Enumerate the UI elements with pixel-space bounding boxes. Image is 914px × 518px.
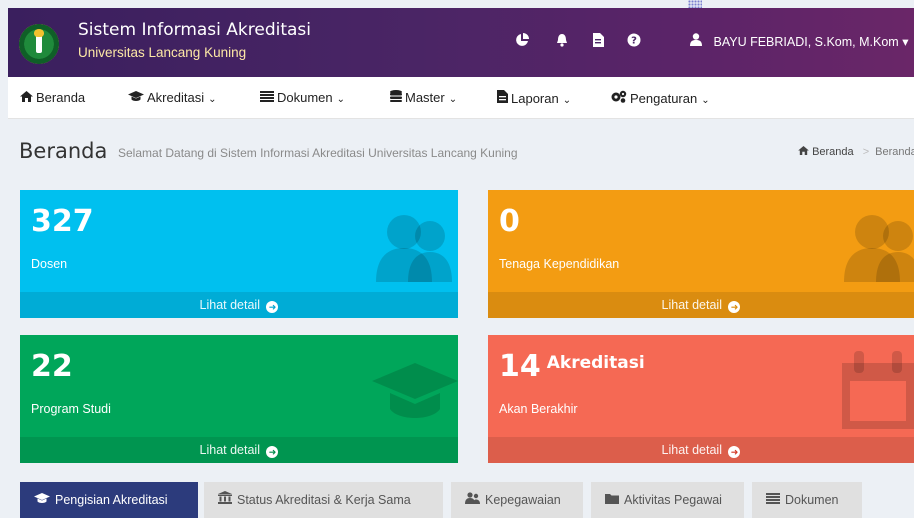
stat-number: 22 (31, 349, 73, 384)
arrow-circle-right-icon: ➜ (266, 446, 279, 458)
content-header: Beranda Selamat Datang di Sistem Informa… (8, 119, 914, 181)
stat-value: 22 (31, 349, 73, 384)
bell-icon[interactable] (553, 33, 571, 51)
decorative-dots (688, 0, 702, 8)
more-label: Lihat detail (199, 443, 260, 457)
tab-label: Aktivitas Pegawai (624, 493, 722, 507)
chevron-down-icon: ⌄ (448, 94, 458, 105)
stat-box-akreditasi-berakhir: 14 Akreditasi Akan Berakhir Lihat detail … (488, 335, 914, 463)
users-icon (844, 215, 914, 282)
lihat-detail-link[interactable]: Lihat detail ➜ (488, 437, 914, 463)
stat-box-program-studi: 22 Program Studi Lihat detail ➜ (20, 335, 458, 463)
user-name: BAYU FEBRIADI, S.Kom, M.Kom (713, 35, 899, 49)
users-icon (376, 215, 452, 282)
logo-flame (34, 29, 44, 37)
list-icon (766, 482, 780, 518)
lihat-detail-link[interactable]: Lihat detail ➜ (20, 292, 458, 318)
chevron-down-icon: ⌄ (208, 94, 217, 105)
nav-item-akreditasi[interactable]: Akreditasi ⌄ (128, 90, 216, 105)
page-description: Selamat Datang di Sistem Informasi Akred… (118, 146, 518, 160)
stat-label: Tenaga Kependidikan (499, 257, 620, 271)
svg-text:?: ? (631, 36, 637, 47)
stat-extra-label: Akreditasi (546, 353, 645, 373)
nav-label: Akreditasi (147, 90, 205, 105)
university-logo[interactable] (19, 24, 59, 64)
nav-label: Master (405, 90, 445, 105)
users-icon (465, 482, 480, 518)
tab-dokumen[interactable]: Dokumen (752, 482, 862, 518)
arrow-circle-right-icon: ➜ (266, 301, 279, 313)
stat-value: 14 (499, 349, 541, 384)
tab-pengisian-akreditasi[interactable]: Pengisian Akreditasi (20, 482, 198, 518)
stat-number: 327 (31, 204, 94, 239)
more-label: Lihat detail (661, 298, 722, 312)
nav-item-pengaturan[interactable]: Pengaturan ⌄ (611, 90, 710, 106)
nav-item-laporan[interactable]: Laporan ⌄ (497, 90, 571, 106)
database-icon (390, 90, 402, 105)
stat-value: 327 (31, 204, 94, 239)
home-icon (20, 90, 33, 105)
tab-aktivitas-pegawai[interactable]: Aktivitas Pegawai (591, 482, 744, 518)
nav-item-master[interactable]: Master ⌄ (390, 90, 457, 105)
breadcrumb-current: Beranda (875, 146, 914, 158)
top-header: Sistem Informasi Akreditasi Universitas … (8, 8, 914, 77)
stat-box-tenaga-kependidikan: 0 Tenaga Kependidikan Lihat detail ➜ (488, 190, 914, 318)
breadcrumb-home-label: Beranda (812, 146, 854, 158)
app-subtitle: Universitas Lancang Kuning (78, 45, 247, 60)
stat-number: 14 Akreditasi (499, 349, 645, 384)
graduation-cap-icon (128, 90, 144, 105)
home-icon (798, 146, 809, 158)
user-icon (690, 33, 702, 49)
stat-value: 0 (499, 204, 520, 239)
more-label: Lihat detail (661, 443, 722, 457)
user-caret-icon: ▾ (902, 35, 909, 49)
stat-number: 0 (499, 204, 520, 239)
chevron-down-icon: ⌄ (701, 95, 710, 106)
tab-label: Kepegawaian (485, 493, 561, 507)
nav-label: Dokumen (277, 90, 333, 105)
tab-label: Status Akreditasi & Kerja Sama (237, 493, 411, 507)
stat-box-dosen: 327 Dosen Lihat detail ➜ (20, 190, 458, 318)
lihat-detail-link[interactable]: Lihat detail ➜ (488, 292, 914, 318)
tab-label: Pengisian Akreditasi (55, 493, 168, 507)
graduation-cap-icon (372, 363, 458, 418)
breadcrumb-separator: > (862, 146, 870, 158)
main-navbar: Beranda Akreditasi ⌄ Dokumen ⌄ Master ⌄ Lap… (8, 77, 914, 119)
calendar-icon (842, 351, 914, 429)
bottom-tabs: Pengisian Akreditasi Status Akreditasi &… (20, 482, 914, 518)
breadcrumb: Beranda > Beranda (798, 146, 914, 158)
folder-icon (605, 482, 619, 518)
user-menu[interactable]: BAYU FEBRIADI, S.Kom, M.Kom ▾ (690, 33, 908, 49)
cogs-icon (611, 90, 627, 106)
chevron-down-icon: ⌄ (336, 94, 346, 105)
tab-label: Dokumen (785, 493, 839, 507)
stat-label: Program Studi (31, 402, 111, 416)
stat-label: Dosen (31, 257, 68, 271)
arrow-circle-right-icon: ➜ (728, 446, 741, 458)
institution-icon (218, 482, 232, 518)
nav-label: Laporan (511, 91, 559, 106)
file-icon[interactable] (589, 33, 607, 51)
breadcrumb-home-link[interactable]: Beranda (798, 146, 857, 158)
report-icon (497, 90, 508, 106)
nav-label: Beranda (36, 90, 86, 105)
page-title: Beranda (19, 139, 108, 163)
arrow-circle-right-icon: ➜ (728, 301, 741, 313)
help-icon[interactable]: ? (625, 33, 643, 51)
stat-label: Akan Berakhir (499, 402, 578, 416)
tab-kepegawaian[interactable]: Kepegawaian (451, 482, 583, 518)
pie-chart-icon[interactable] (513, 33, 531, 51)
tab-status-akreditasi[interactable]: Status Akreditasi & Kerja Sama (204, 482, 443, 518)
list-icon (260, 90, 274, 105)
nav-label: Pengaturan (630, 91, 698, 106)
nav-item-dokumen[interactable]: Dokumen ⌄ (260, 90, 345, 105)
more-label: Lihat detail (199, 298, 260, 312)
nav-item-beranda[interactable]: Beranda (20, 90, 85, 105)
graduation-cap-icon (34, 482, 50, 518)
lihat-detail-link[interactable]: Lihat detail ➜ (20, 437, 458, 463)
app-title[interactable]: Sistem Informasi Akreditasi (78, 20, 311, 40)
chevron-down-icon: ⌄ (562, 95, 572, 106)
